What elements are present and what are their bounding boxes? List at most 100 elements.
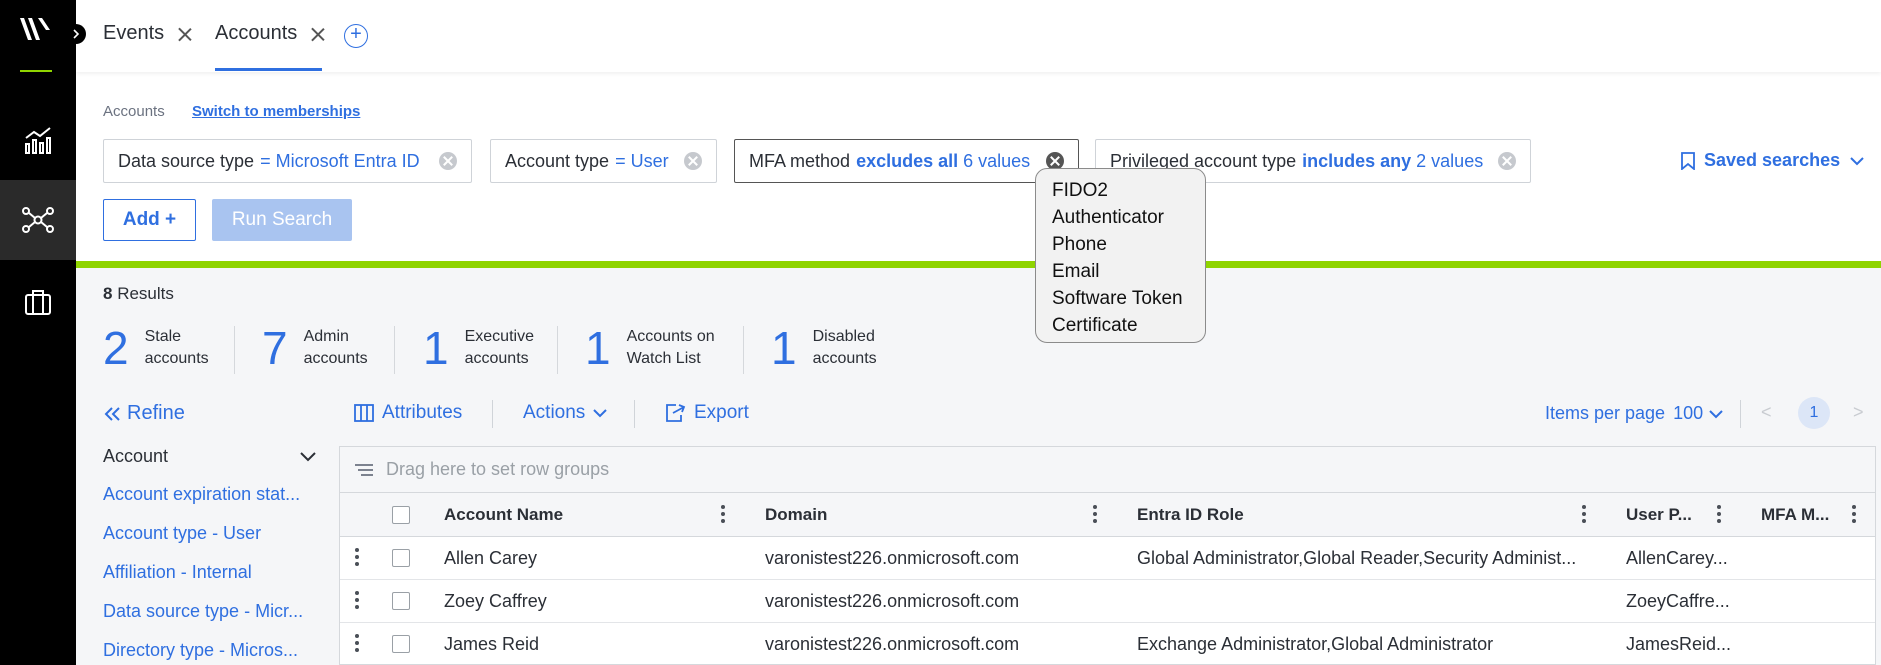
tab-label: Accounts: [215, 22, 298, 44]
export-icon: [666, 404, 686, 422]
tooltip-item: Software Token: [1052, 288, 1183, 309]
items-per-page-value: 100: [1673, 403, 1704, 423]
stat-disabled-accounts[interactable]: 1 Disabled accounts: [771, 325, 877, 371]
saved-searches-button[interactable]: Saved searches: [1680, 150, 1864, 171]
tab-accounts[interactable]: Accounts: [215, 22, 325, 45]
cell-account-name: Zoey Caffrey: [444, 590, 547, 611]
export-label: Export: [694, 402, 749, 423]
filter-operator: =: [615, 150, 626, 171]
clear-filter-icon[interactable]: [684, 152, 702, 170]
select-all-checkbox[interactable]: [392, 506, 410, 524]
briefcase-icon: [25, 290, 51, 315]
stat-number: 1: [771, 322, 797, 374]
filter-value: User: [630, 150, 669, 171]
current-page[interactable]: 1: [1798, 397, 1830, 429]
cell-domain: varonistest226.onmicrosoft.com: [765, 547, 1020, 568]
table-row[interactable]: Zoey Caffrey varonistest226.onmicrosoft.…: [340, 580, 1875, 623]
toolbar-divider: [634, 400, 635, 428]
filter-chip-mfa-method[interactable]: MFA method excludes all 6 values: [734, 139, 1079, 183]
facet-item[interactable]: Data source type - Micr...: [103, 601, 310, 622]
facet-item[interactable]: Affiliation - Internal: [103, 562, 310, 583]
results-count: 8 Results: [103, 284, 174, 304]
row-checkbox[interactable]: [392, 635, 410, 653]
facet-group-account[interactable]: Account: [103, 446, 316, 467]
network-graph-icon: [22, 207, 54, 233]
cell-domain: varonistest226.onmicrosoft.com: [765, 590, 1020, 611]
cell-account-name: James Reid: [444, 633, 540, 654]
stat-label: Stale accounts: [144, 328, 209, 367]
attributes-button[interactable]: Attributes: [354, 402, 462, 424]
refine-toggle[interactable]: Refine: [103, 402, 185, 425]
nav-graph-button[interactable]: [0, 180, 76, 260]
grid-header-row: Account Name Domain Entra ID Role User P…: [340, 493, 1875, 537]
column-header-account-name[interactable]: Account Name: [444, 493, 744, 536]
run-search-button[interactable]: Run Search: [212, 199, 352, 241]
tooltip-item: FIDO2: [1052, 180, 1108, 201]
column-menu-icon[interactable]: [1093, 505, 1097, 526]
nav-analytics-button[interactable]: [0, 100, 76, 180]
clear-filter-icon[interactable]: [1498, 152, 1516, 170]
chevron-down-icon: [1709, 409, 1723, 418]
column-menu-icon[interactable]: [1717, 505, 1721, 526]
facet-item[interactable]: Account expiration stat...: [103, 484, 310, 505]
stat-admin-accounts[interactable]: 7 Admin accounts: [262, 325, 368, 371]
stat-label: Disabled accounts: [812, 328, 877, 367]
stat-number: 1: [585, 322, 611, 374]
logo-underline: [20, 70, 52, 72]
analytics-chart-icon: [25, 127, 51, 154]
column-header-entra-id-role[interactable]: Entra ID Role: [1137, 493, 1537, 536]
table-row[interactable]: James Reid varonistest226.onmicrosoft.co…: [340, 623, 1875, 664]
row-menu-icon[interactable]: [355, 548, 359, 569]
close-tab-icon[interactable]: [178, 27, 192, 41]
filter-operator: =: [260, 150, 271, 171]
toolbar-divider: [492, 400, 493, 428]
stat-watch-list-accounts[interactable]: 1 Accounts on Watch List: [585, 325, 715, 371]
toolbar-divider: [1740, 400, 1741, 428]
tooltip-item: Certificate: [1052, 315, 1138, 336]
tooltip-item: Authenticator: [1052, 207, 1164, 228]
actions-menu-button[interactable]: Actions: [523, 402, 608, 424]
row-menu-icon[interactable]: [355, 634, 359, 655]
expand-rail-chevron-icon[interactable]: [66, 24, 86, 44]
export-button[interactable]: Export: [664, 402, 749, 424]
facet-item[interactable]: Account type - User: [103, 523, 310, 544]
stat-stale-accounts[interactable]: 2 Stale accounts: [103, 325, 209, 371]
column-menu-icon[interactable]: [721, 505, 725, 526]
row-menu-icon[interactable]: [355, 591, 359, 612]
close-tab-icon[interactable]: [311, 27, 325, 41]
filter-operator: excludes all: [856, 150, 959, 171]
items-per-page-selector[interactable]: Items per page 100: [1545, 403, 1723, 424]
filter-chip-data-source-type[interactable]: Data source type = Microsoft Entra ID: [103, 139, 472, 183]
column-header-user-principal[interactable]: User P...: [1626, 493, 1706, 536]
cell-entra-id-role: [1137, 580, 1587, 622]
row-group-drop-zone[interactable]: Drag here to set row groups: [340, 447, 1875, 493]
tab-events[interactable]: Events: [103, 22, 192, 45]
table-row[interactable]: Allen Carey varonistest226.onmicrosoft.c…: [340, 537, 1875, 580]
previous-page-chevron-icon[interactable]: <: [1761, 402, 1772, 423]
next-page-chevron-icon[interactable]: >: [1853, 402, 1864, 423]
stat-executive-accounts[interactable]: 1 Executive accounts: [423, 325, 534, 371]
switch-to-memberships-link[interactable]: Switch to memberships: [192, 103, 360, 120]
bookmark-icon: [1681, 151, 1695, 170]
filter-key: Account type: [505, 150, 610, 171]
results-label: Results: [117, 284, 174, 303]
clear-filter-icon[interactable]: [439, 152, 457, 170]
chevron-down-icon: [1850, 156, 1864, 165]
filter-value: Microsoft Entra ID: [275, 150, 420, 171]
stat-number: 1: [423, 322, 449, 374]
column-header-domain[interactable]: Domain: [765, 493, 1065, 536]
row-checkbox[interactable]: [392, 549, 410, 567]
facet-item[interactable]: Directory type - Micros...: [103, 640, 310, 661]
tooltip-item: Phone: [1052, 234, 1107, 255]
filter-chip-account-type[interactable]: Account type = User: [490, 139, 717, 183]
column-menu-icon[interactable]: [1852, 505, 1856, 526]
column-header-mfa-method[interactable]: MFA M...: [1761, 493, 1841, 536]
row-checkbox[interactable]: [392, 592, 410, 610]
add-tab-plus-icon[interactable]: +: [344, 24, 368, 48]
accounts-grid: Drag here to set row groups Account Name…: [339, 446, 1876, 665]
filter-value: 2 values: [1416, 150, 1484, 171]
column-menu-icon[interactable]: [1582, 505, 1586, 526]
add-filter-button[interactable]: Add +: [103, 199, 196, 241]
refine-label: Refine: [127, 402, 185, 424]
nav-cases-button[interactable]: [0, 262, 76, 342]
